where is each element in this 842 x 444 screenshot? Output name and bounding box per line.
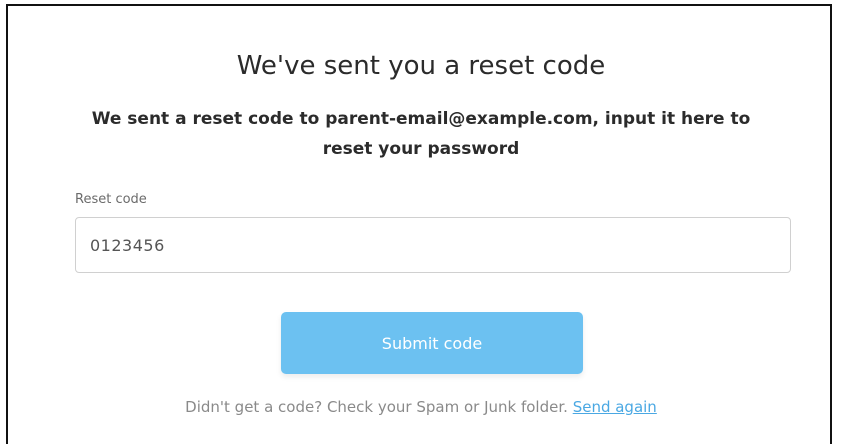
- resend-footer: Didn't get a code? Check your Spam or Ju…: [8, 396, 834, 418]
- reset-code-input[interactable]: [75, 217, 791, 273]
- resend-hint-text: Didn't get a code? Check your Spam or Ju…: [185, 398, 568, 416]
- reset-code-label: Reset code: [75, 192, 147, 207]
- page-subtitle: We sent a reset code to parent-email@exa…: [91, 109, 751, 159]
- reset-code-panel: We've sent you a reset code We sent a re…: [6, 4, 832, 444]
- submit-code-button[interactable]: Submit code: [281, 312, 583, 374]
- send-again-link[interactable]: Send again: [573, 398, 657, 416]
- page-title: We've sent you a reset code: [236, 51, 606, 81]
